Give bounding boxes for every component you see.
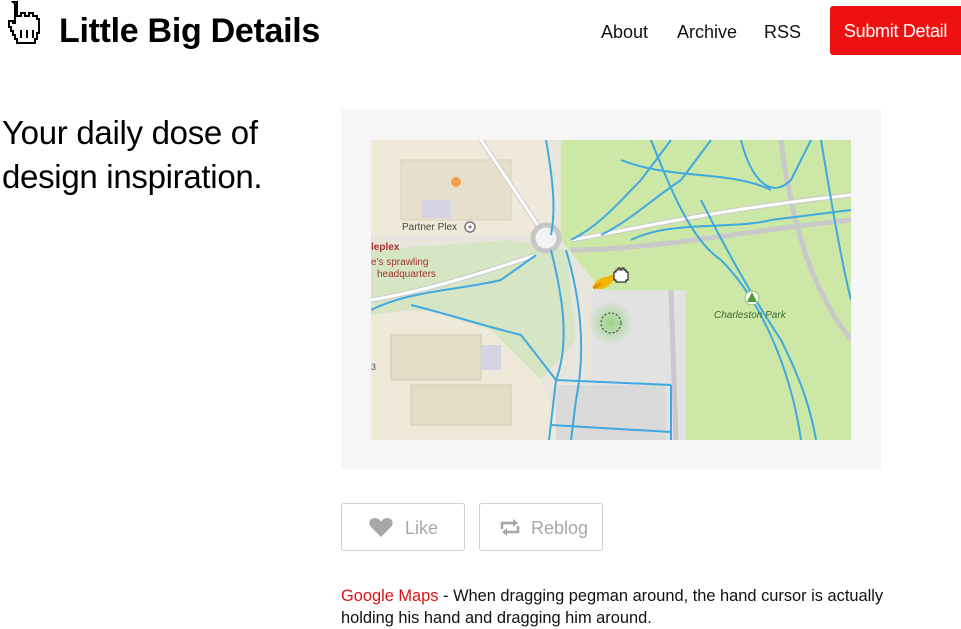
map-label-edge: 3 (371, 362, 376, 372)
caption-source-link[interactable]: Google Maps (341, 587, 439, 605)
map-image: Partner Plex leplex e's sprawling headqu… (371, 140, 851, 440)
post-caption: Google Maps - When dragging pegman aroun… (341, 585, 901, 629)
nav-rss-link[interactable]: RSS (764, 19, 801, 45)
map-label-partner-plex: Partner Plex (402, 222, 457, 233)
grab-hand-cursor-icon (613, 267, 629, 283)
map-label-sprawling: e's sprawling (371, 257, 429, 268)
nav-about-link[interactable]: About (601, 19, 648, 45)
heart-icon (369, 518, 393, 537)
map-label-charleston-park: Charleston Park (714, 310, 787, 321)
map-label-headquarters: headquarters (377, 269, 436, 280)
like-label: Like (405, 518, 439, 538)
reblog-icon (500, 519, 520, 536)
site-title[interactable]: Little Big Details (59, 9, 320, 53)
map-label-googleplex: leplex (371, 242, 400, 253)
reblog-button[interactable]: Reblog (479, 503, 603, 551)
reblog-label: Reblog (531, 518, 589, 538)
tagline: Your daily dose of design inspiration. (2, 114, 263, 195)
submit-detail-button[interactable]: Submit Detail (830, 6, 961, 55)
pointer-hand-logo-icon (8, 1, 40, 44)
nav-archive-link[interactable]: Archive (677, 19, 737, 45)
post-photo: Partner Plex leplex e's sprawling headqu… (341, 110, 881, 469)
like-button[interactable]: Like (341, 503, 465, 551)
